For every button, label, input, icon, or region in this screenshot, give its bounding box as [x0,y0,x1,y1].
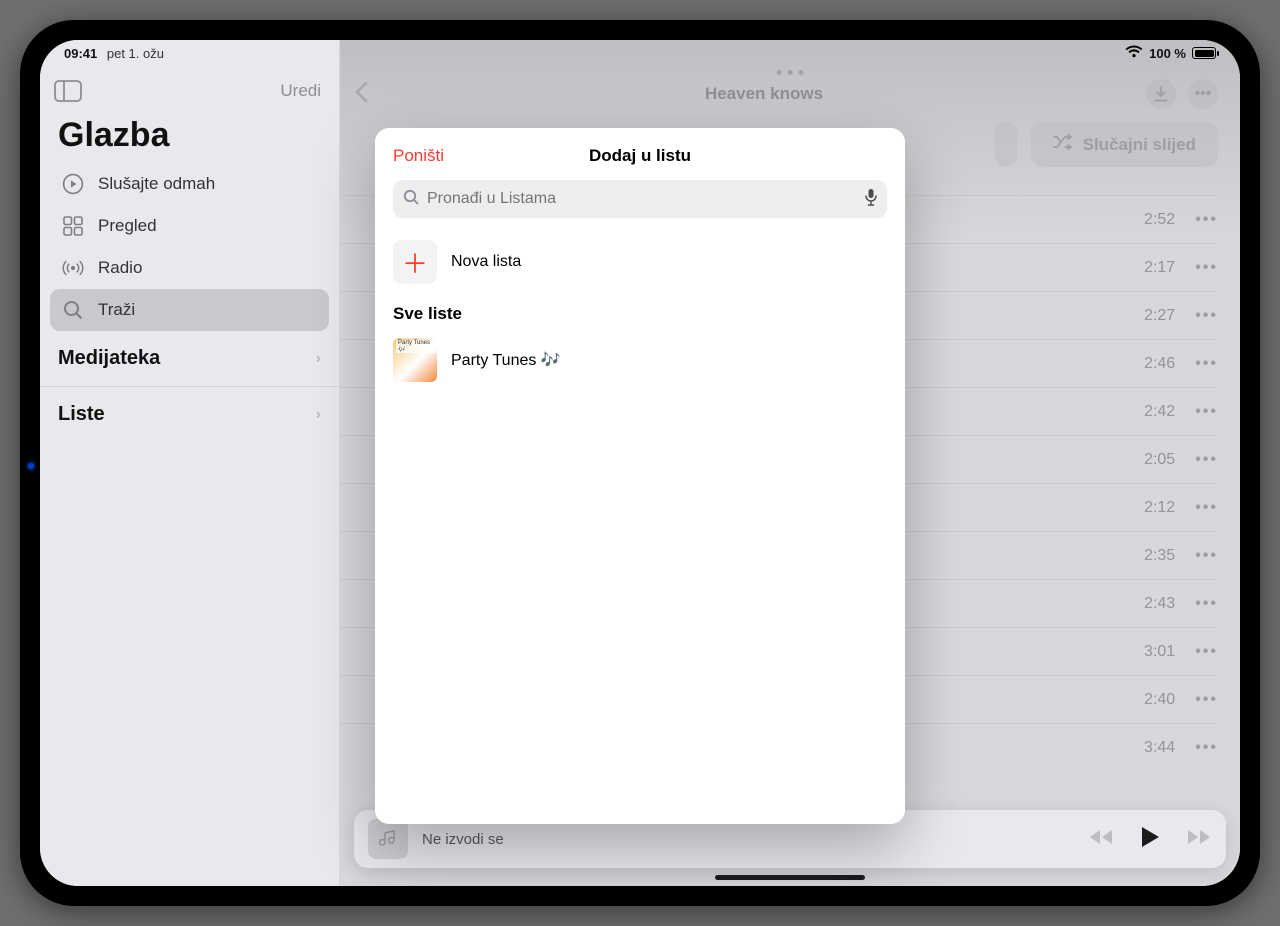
search-icon [403,189,419,210]
dictation-icon[interactable] [865,188,877,211]
playlist-row[interactable]: Party Tunes 🎶 Party Tunes 🎶 [393,330,887,390]
playlist-search-input[interactable] [427,190,857,208]
new-playlist-label: Nova lista [451,253,521,271]
playlist-thumb: Party Tunes 🎶 [393,338,437,382]
modal-title: Dodaj u listu [589,146,691,166]
device-frame: 09:41 pet 1. ožu 100 % Uredi Glazba [20,20,1260,906]
plus-icon: ＋ [402,244,428,281]
add-to-playlist-modal: Poništi Dodaj u listu ＋ Nova lista Sve l… [375,128,905,824]
all-playlists-heading: Sve liste [393,304,887,324]
playlist-name: Party Tunes 🎶 [451,350,561,370]
new-playlist-row[interactable]: ＋ Nova lista [393,232,887,292]
camera-indicator [28,463,34,469]
playlist-search[interactable] [393,180,887,218]
screen: 09:41 pet 1. ožu 100 % Uredi Glazba [40,40,1240,886]
cancel-button[interactable]: Poništi [393,146,444,166]
plus-box: ＋ [393,240,437,284]
modal-layer: Poništi Dodaj u listu ＋ Nova lista Sve l… [40,40,1240,886]
